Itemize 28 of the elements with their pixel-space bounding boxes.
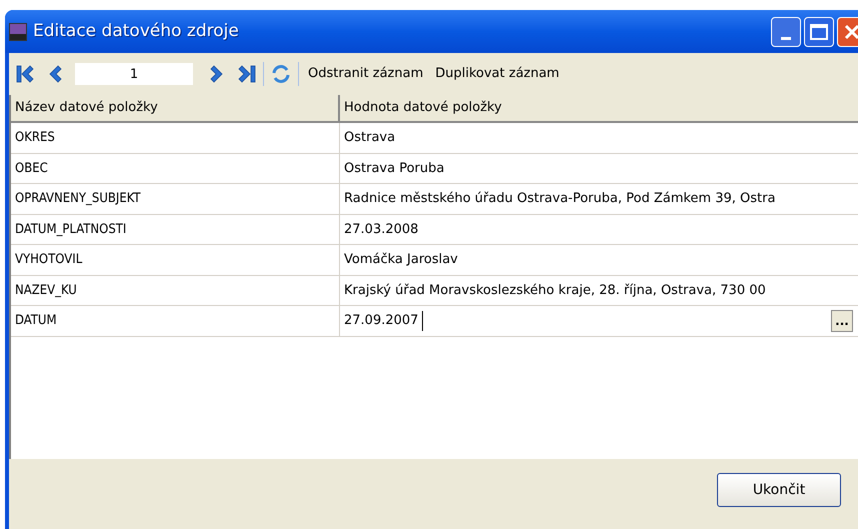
- close-icon: [844, 24, 858, 40]
- toolbar-action[interactable]: Duplikovat záznam: [432, 64, 562, 84]
- column-header[interactable]: Hodnota datové položky: [340, 95, 858, 121]
- table-cell: DATUM_PLATNOSTI: [11, 214, 340, 244]
- cell-input-field[interactable]: 27.09.2007: [340, 311, 424, 330]
- table-cell: OKRES: [11, 123, 340, 152]
- app-icon: [9, 22, 27, 40]
- table-cell: OBEC: [11, 154, 340, 183]
- table-cell-text: Vomáčka Jaroslav: [343, 251, 459, 269]
- browse-button[interactable]: ...: [831, 310, 853, 332]
- table-cell: NAZEV_KU: [11, 276, 340, 305]
- table-cell-text: Radnice městského úřadu Ostrava-Poruba, Pod Zámkem 39, Ostra: [343, 190, 776, 208]
- table-cell: OPRAVNENY_SUBJEKT: [11, 184, 340, 214]
- table-cell: VYHOTOVIL: [11, 245, 340, 274]
- table-cell-text: Krajský úřad Moravskoslezského kraje, 28. října, Ostrava, 730 00: [343, 282, 767, 300]
- column-header[interactable]: Název datové položky: [11, 95, 340, 121]
- window-title: Editace datového zdroje: [33, 20, 239, 43]
- table-cell: DATUM: [11, 306, 340, 336]
- toolbar-action[interactable]: Odstranit záznam: [305, 64, 426, 84]
- minimize-button[interactable]: [771, 16, 801, 46]
- table-cell-text: 27.03.2008: [343, 220, 420, 238]
- table-cell-text: Ostrava Poruba: [343, 160, 446, 178]
- refresh-icon[interactable]: [270, 63, 292, 85]
- record-field[interactable]: 1: [75, 63, 193, 85]
- table-cell-text: Ostrava: [343, 129, 396, 147]
- close-dialog-button[interactable]: Ukončit: [717, 473, 841, 507]
- maximize-button[interactable]: [804, 16, 834, 46]
- close-button[interactable]: [837, 16, 858, 46]
